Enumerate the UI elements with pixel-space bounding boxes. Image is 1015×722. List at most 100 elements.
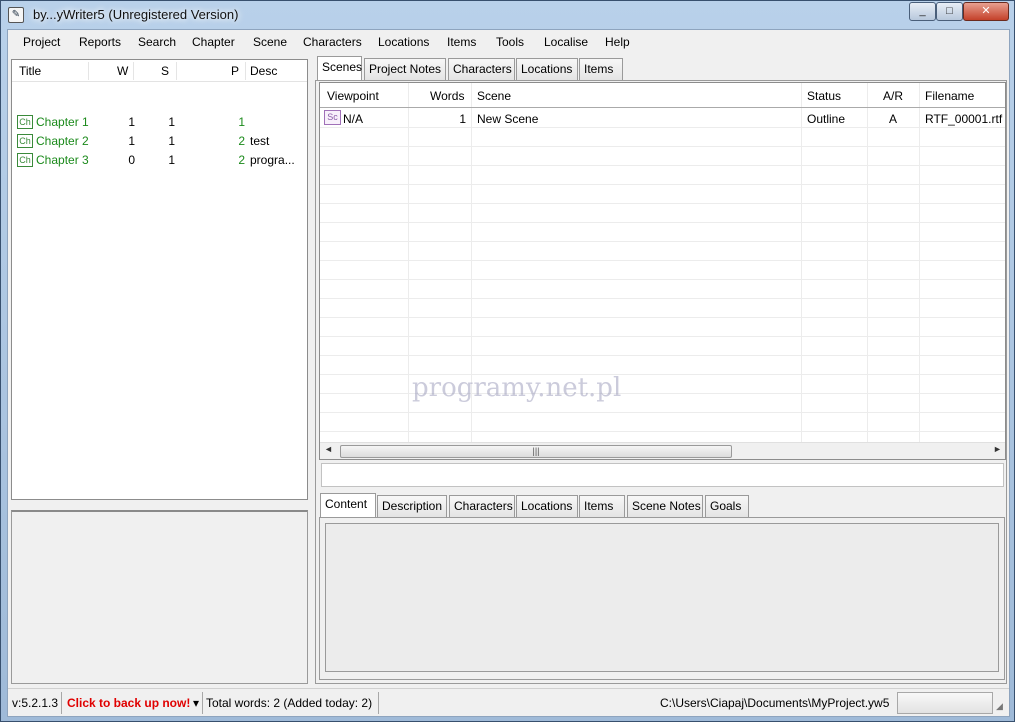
chapter-scenes: 1 [168, 153, 175, 167]
grid-line [320, 127, 1005, 128]
grid-line [320, 222, 1005, 223]
status-progress-box [897, 692, 993, 714]
menu-search[interactable]: Search [138, 35, 176, 49]
menu-project[interactable]: Project [23, 35, 60, 49]
tab-locations[interactable]: Locations [516, 58, 578, 80]
col-divider [88, 62, 89, 80]
chapter-part: 2 [238, 153, 245, 167]
minimize-button[interactable]: _ [909, 2, 936, 21]
menu-chapter[interactable]: Chapter [192, 35, 235, 49]
grid-line [320, 355, 1005, 356]
grid-line [320, 374, 1005, 375]
menu-locations[interactable]: Locations [378, 35, 429, 49]
grid-header-viewpoint[interactable]: Viewpoint [327, 89, 379, 103]
scene-status[interactable]: Outline [807, 112, 845, 126]
chapter-words: 0 [128, 153, 135, 167]
scene-filename[interactable]: RTF_00001.rtf [925, 112, 1002, 126]
grid-header-line [320, 107, 1005, 108]
chapter-icon: Ch [17, 153, 33, 167]
chapter-row[interactable]: Ch Chapter 1 1 1 1 [12, 113, 307, 132]
content-tab-panel [319, 517, 1005, 680]
grid-header-status[interactable]: Status [807, 89, 841, 103]
scene-ar[interactable]: A [889, 112, 897, 126]
col-divider [245, 62, 246, 80]
grid-line [320, 165, 1005, 166]
grid-header-words[interactable]: Words [430, 89, 464, 103]
tab-description[interactable]: Description [377, 495, 447, 517]
col-title[interactable]: Title [19, 64, 41, 78]
menu-items[interactable]: Items [447, 35, 476, 49]
scene-summary-field[interactable] [321, 463, 1004, 487]
grid-divider [471, 83, 472, 443]
tab-characters[interactable]: Characters [448, 58, 515, 80]
col-part[interactable]: P [231, 64, 239, 78]
menu-bar: Project Reports Search Chapter Scene Cha… [8, 30, 1009, 54]
scene-name[interactable]: New Scene [477, 112, 538, 126]
scroll-left-arrow[interactable]: ◄ [324, 444, 333, 454]
grid-line [320, 336, 1005, 337]
project-path: C:\Users\Ciapaj\Documents\MyProject.yw5 [660, 696, 890, 710]
grid-header-ar[interactable]: A/R [883, 89, 903, 103]
scene-viewpoint[interactable]: N/A [343, 112, 363, 126]
grid-header-scene[interactable]: Scene [477, 89, 511, 103]
app-icon[interactable]: ✎ [8, 7, 24, 23]
scenes-tab-panel: Viewpoint Words Scene Status A/R Filenam… [315, 80, 1007, 684]
maximize-button[interactable]: □ [936, 2, 963, 21]
chapter-row[interactable]: Ch Chapter 3 0 1 2 progra... [12, 151, 307, 170]
scene-words[interactable]: 1 [450, 112, 466, 126]
col-words[interactable]: W [117, 64, 128, 78]
menu-help[interactable]: Help [605, 35, 630, 49]
grid-line [320, 241, 1005, 242]
tab-locations-scene[interactable]: Locations [516, 495, 578, 517]
version-label: v:5.2.1.3 [12, 696, 59, 710]
grid-line [320, 203, 1005, 204]
grid-divider [801, 83, 802, 443]
grid-header-filename[interactable]: Filename [925, 89, 974, 103]
tab-items[interactable]: Items [579, 58, 623, 80]
menu-characters[interactable]: Characters [303, 35, 362, 49]
tab-items-scene[interactable]: Items [579, 495, 625, 517]
tab-content[interactable]: Content [320, 493, 376, 517]
size-grip-icon[interactable]: ◢ [996, 701, 1003, 712]
grid-line [320, 260, 1005, 261]
tab-scene-notes[interactable]: Scene Notes [627, 495, 703, 517]
menu-tools[interactable]: Tools [496, 35, 524, 49]
status-divider [378, 692, 379, 714]
status-divider [202, 692, 203, 714]
chapter-list-header: Title W S P Desc [12, 60, 307, 82]
backup-dropdown-icon[interactable]: ▾ [193, 696, 199, 710]
scenes-grid[interactable]: Viewpoint Words Scene Status A/R Filenam… [319, 82, 1006, 460]
menu-reports[interactable]: Reports [79, 35, 121, 49]
scroll-thumb[interactable]: ||| [340, 445, 732, 458]
backup-link[interactable]: Click to back up now! [67, 696, 190, 710]
tab-scenes[interactable]: Scenes [317, 56, 362, 80]
scroll-right-arrow[interactable]: ► [993, 444, 1002, 454]
content-editor[interactable] [325, 523, 999, 672]
status-divider [61, 692, 62, 714]
tab-goals[interactable]: Goals [705, 495, 749, 517]
chapter-words: 1 [128, 115, 135, 129]
menu-localise[interactable]: Localise [544, 35, 588, 49]
close-button[interactable]: ✕ [963, 2, 1009, 21]
grid-line [320, 184, 1005, 185]
chapter-words: 1 [128, 134, 135, 148]
chapter-part: 1 [238, 115, 245, 129]
grid-divider [867, 83, 868, 443]
chapter-scenes: 1 [168, 134, 175, 148]
col-scenes[interactable]: S [161, 64, 169, 78]
status-bar: v:5.2.1.3 Click to back up now! ▾ Total … [8, 688, 1009, 716]
chapter-title: Chapter 3 [36, 153, 89, 167]
chapter-list[interactable]: Title W S P Desc Ch Chapter 1 1 1 1 Ch C… [11, 59, 308, 500]
grid-line [320, 393, 1005, 394]
horizontal-scrollbar[interactable]: ◄ ||| ► [320, 442, 1005, 459]
chapter-title: Chapter 2 [36, 134, 89, 148]
chapter-description-pane[interactable] [11, 510, 308, 684]
menu-scene[interactable]: Scene [253, 35, 287, 49]
title-bar[interactable]: ✎ by...yWriter5 (Unregistered Version) _… [1, 1, 1014, 29]
chapter-row[interactable]: Ch Chapter 2 1 1 2 test [12, 132, 307, 151]
col-desc[interactable]: Desc [250, 64, 277, 78]
tab-project-notes[interactable]: Project Notes [364, 58, 446, 80]
chapter-desc: progra... [250, 153, 295, 167]
chapter-icon: Ch [17, 134, 33, 148]
tab-characters-scene[interactable]: Characters [449, 495, 515, 517]
